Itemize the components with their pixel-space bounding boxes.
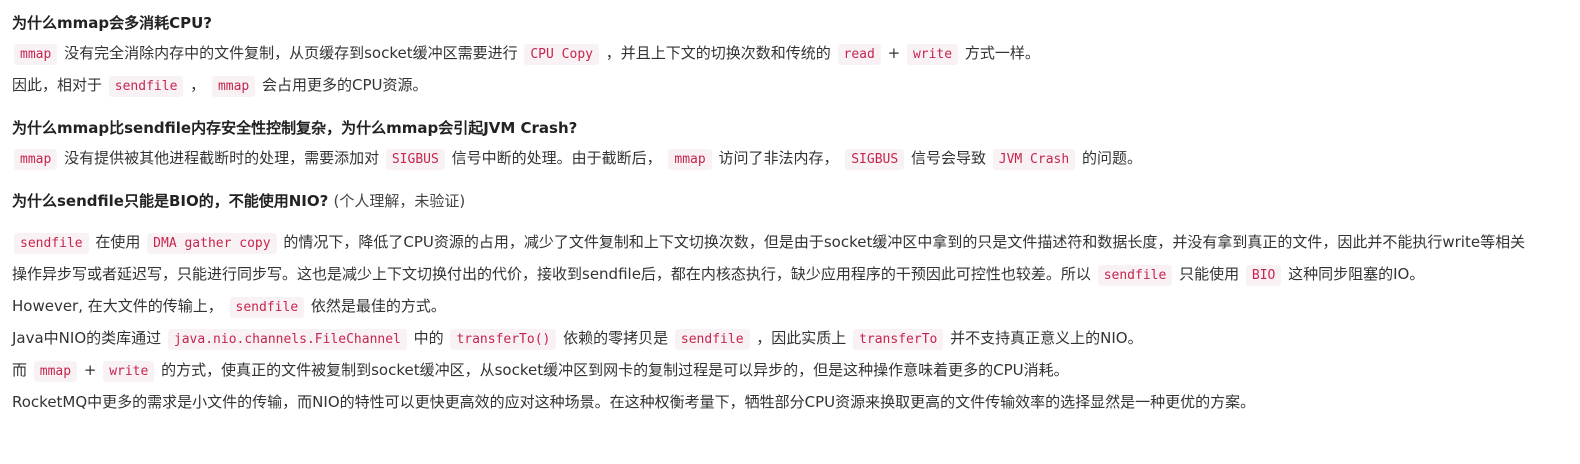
inline-code: transferTo (853, 329, 944, 350)
section-1-paragraph-1: mmap 没有完全消除内存中的文件复制，从页缓存到socket缓冲区需要进行 C… (12, 38, 1532, 70)
section-2-heading: 为什么mmap比sendfile内存安全性控制复杂，为什么mmap会引起JVM … (12, 113, 1532, 143)
text-span: 的问题。 (1077, 149, 1142, 167)
inline-code: BIO (1245, 265, 1282, 286)
text-span: 因此，相对于 (12, 76, 107, 94)
text-span: 而 (12, 361, 32, 379)
inline-code: transferTo() (450, 329, 557, 350)
text-span: ， (185, 76, 210, 94)
text-span: 信号会导致 (906, 149, 991, 167)
text-span: 信号中断的处理。由于截断后， (446, 149, 667, 167)
text-span: Java中NIO的类库通过 (12, 329, 166, 347)
inline-code: sendfile (674, 329, 750, 350)
inline-code: mmap (33, 361, 78, 382)
text-span: ，因此实质上 (751, 329, 852, 347)
inline-code: sendfile (1097, 265, 1173, 286)
text-span: 没有提供被其他进程截断时的处理，需要添加对 (59, 149, 384, 167)
article-body: 为什么mmap会多消耗CPU? mmap 没有完全消除内存中的文件复制，从页缓存… (0, 0, 1550, 417)
text-span: 并不支持真正意义上的NIO。 (945, 329, 1143, 347)
inline-code: mmap (14, 44, 58, 65)
inline-code: sendfile (229, 297, 305, 318)
section-3-paragraph-3: Java中NIO的类库通过 java.nio.channels.FileChan… (12, 323, 1532, 355)
section-2-paragraph-1: mmap 没有提供被其他进程截断时的处理，需要添加对 SIGBUS 信号中断的处… (12, 143, 1532, 175)
section-3-heading: 为什么sendfile只能是BIO的，不能使用NIO? (个人理解，未验证) (12, 186, 1532, 216)
section-1-heading: 为什么mmap会多消耗CPU? (12, 8, 1532, 38)
inline-code: SIGBUS (845, 149, 905, 170)
inline-code: SIGBUS (385, 149, 445, 170)
section-3-paragraph-2: However, 在大文件的传输上， sendfile 依然是最佳的方式。 (12, 291, 1532, 323)
text-span: + (882, 44, 905, 62)
inline-code: CPU Copy (524, 44, 599, 65)
inline-code: DMA gather copy (147, 233, 277, 254)
text-span: 中的 (408, 329, 449, 347)
text-span: 依赖的零拷贝是 (558, 329, 673, 347)
inline-code: java.nio.channels.FileChannel (167, 329, 407, 350)
text-span: However, 在大文件的传输上， (12, 297, 228, 315)
section-3-paragraph-1: sendfile 在使用 DMA gather copy 的情况下，降低了CPU… (12, 227, 1532, 291)
inline-code: mmap (14, 149, 58, 170)
text-span: ，并且上下文的切换次数和传统的 (600, 44, 836, 62)
text-span: 只能使用 (1174, 265, 1244, 283)
section-3-paragraph-4: 而 mmap + write 的方式，使真正的文件被复制到socket缓冲区，从… (12, 355, 1532, 387)
text-span: 方式一样。 (960, 44, 1040, 62)
text-span: 没有完全消除内存中的文件复制，从页缓存到socket缓冲区需要进行 (59, 44, 523, 62)
section-2-title: 为什么mmap比sendfile内存安全性控制复杂，为什么mmap会引起JVM … (12, 119, 578, 137)
text-span: 在使用 (90, 233, 146, 251)
inline-code: write (103, 361, 155, 382)
inline-code: write (906, 44, 959, 65)
inline-code: mmap (211, 76, 256, 97)
text-span: 依然是最佳的方式。 (306, 297, 446, 315)
section-1-title: 为什么mmap会多消耗CPU? (12, 14, 213, 32)
text-span: 这种同步阻塞的IO。 (1283, 265, 1425, 283)
inline-code: sendfile (108, 76, 184, 97)
text-span: 会占用更多的CPU资源。 (257, 76, 428, 94)
section-3-paragraph-5: RocketMQ中更多的需求是小文件的传输，而NIO的特性可以更快更高效的应对这… (12, 387, 1532, 417)
text-span: 的方式，使真正的文件被复制到socket缓冲区，从socket缓冲区到网卡的复制… (156, 361, 1069, 379)
text-span: 访问了非法内存， (713, 149, 844, 167)
inline-code: JVM Crash (992, 149, 1076, 170)
section-3-title: 为什么sendfile只能是BIO的，不能使用NIO? (12, 192, 329, 210)
text-span: + (79, 361, 102, 379)
inline-code: mmap (668, 149, 712, 170)
inline-code: sendfile (14, 233, 89, 254)
inline-code: read (837, 44, 881, 65)
section-1-paragraph-2: 因此，相对于 sendfile ， mmap 会占用更多的CPU资源。 (12, 70, 1532, 102)
text-span: RocketMQ中更多的需求是小文件的传输，而NIO的特性可以更快更高效的应对这… (12, 393, 1256, 411)
section-3-title-note: (个人理解，未验证) (333, 192, 466, 210)
